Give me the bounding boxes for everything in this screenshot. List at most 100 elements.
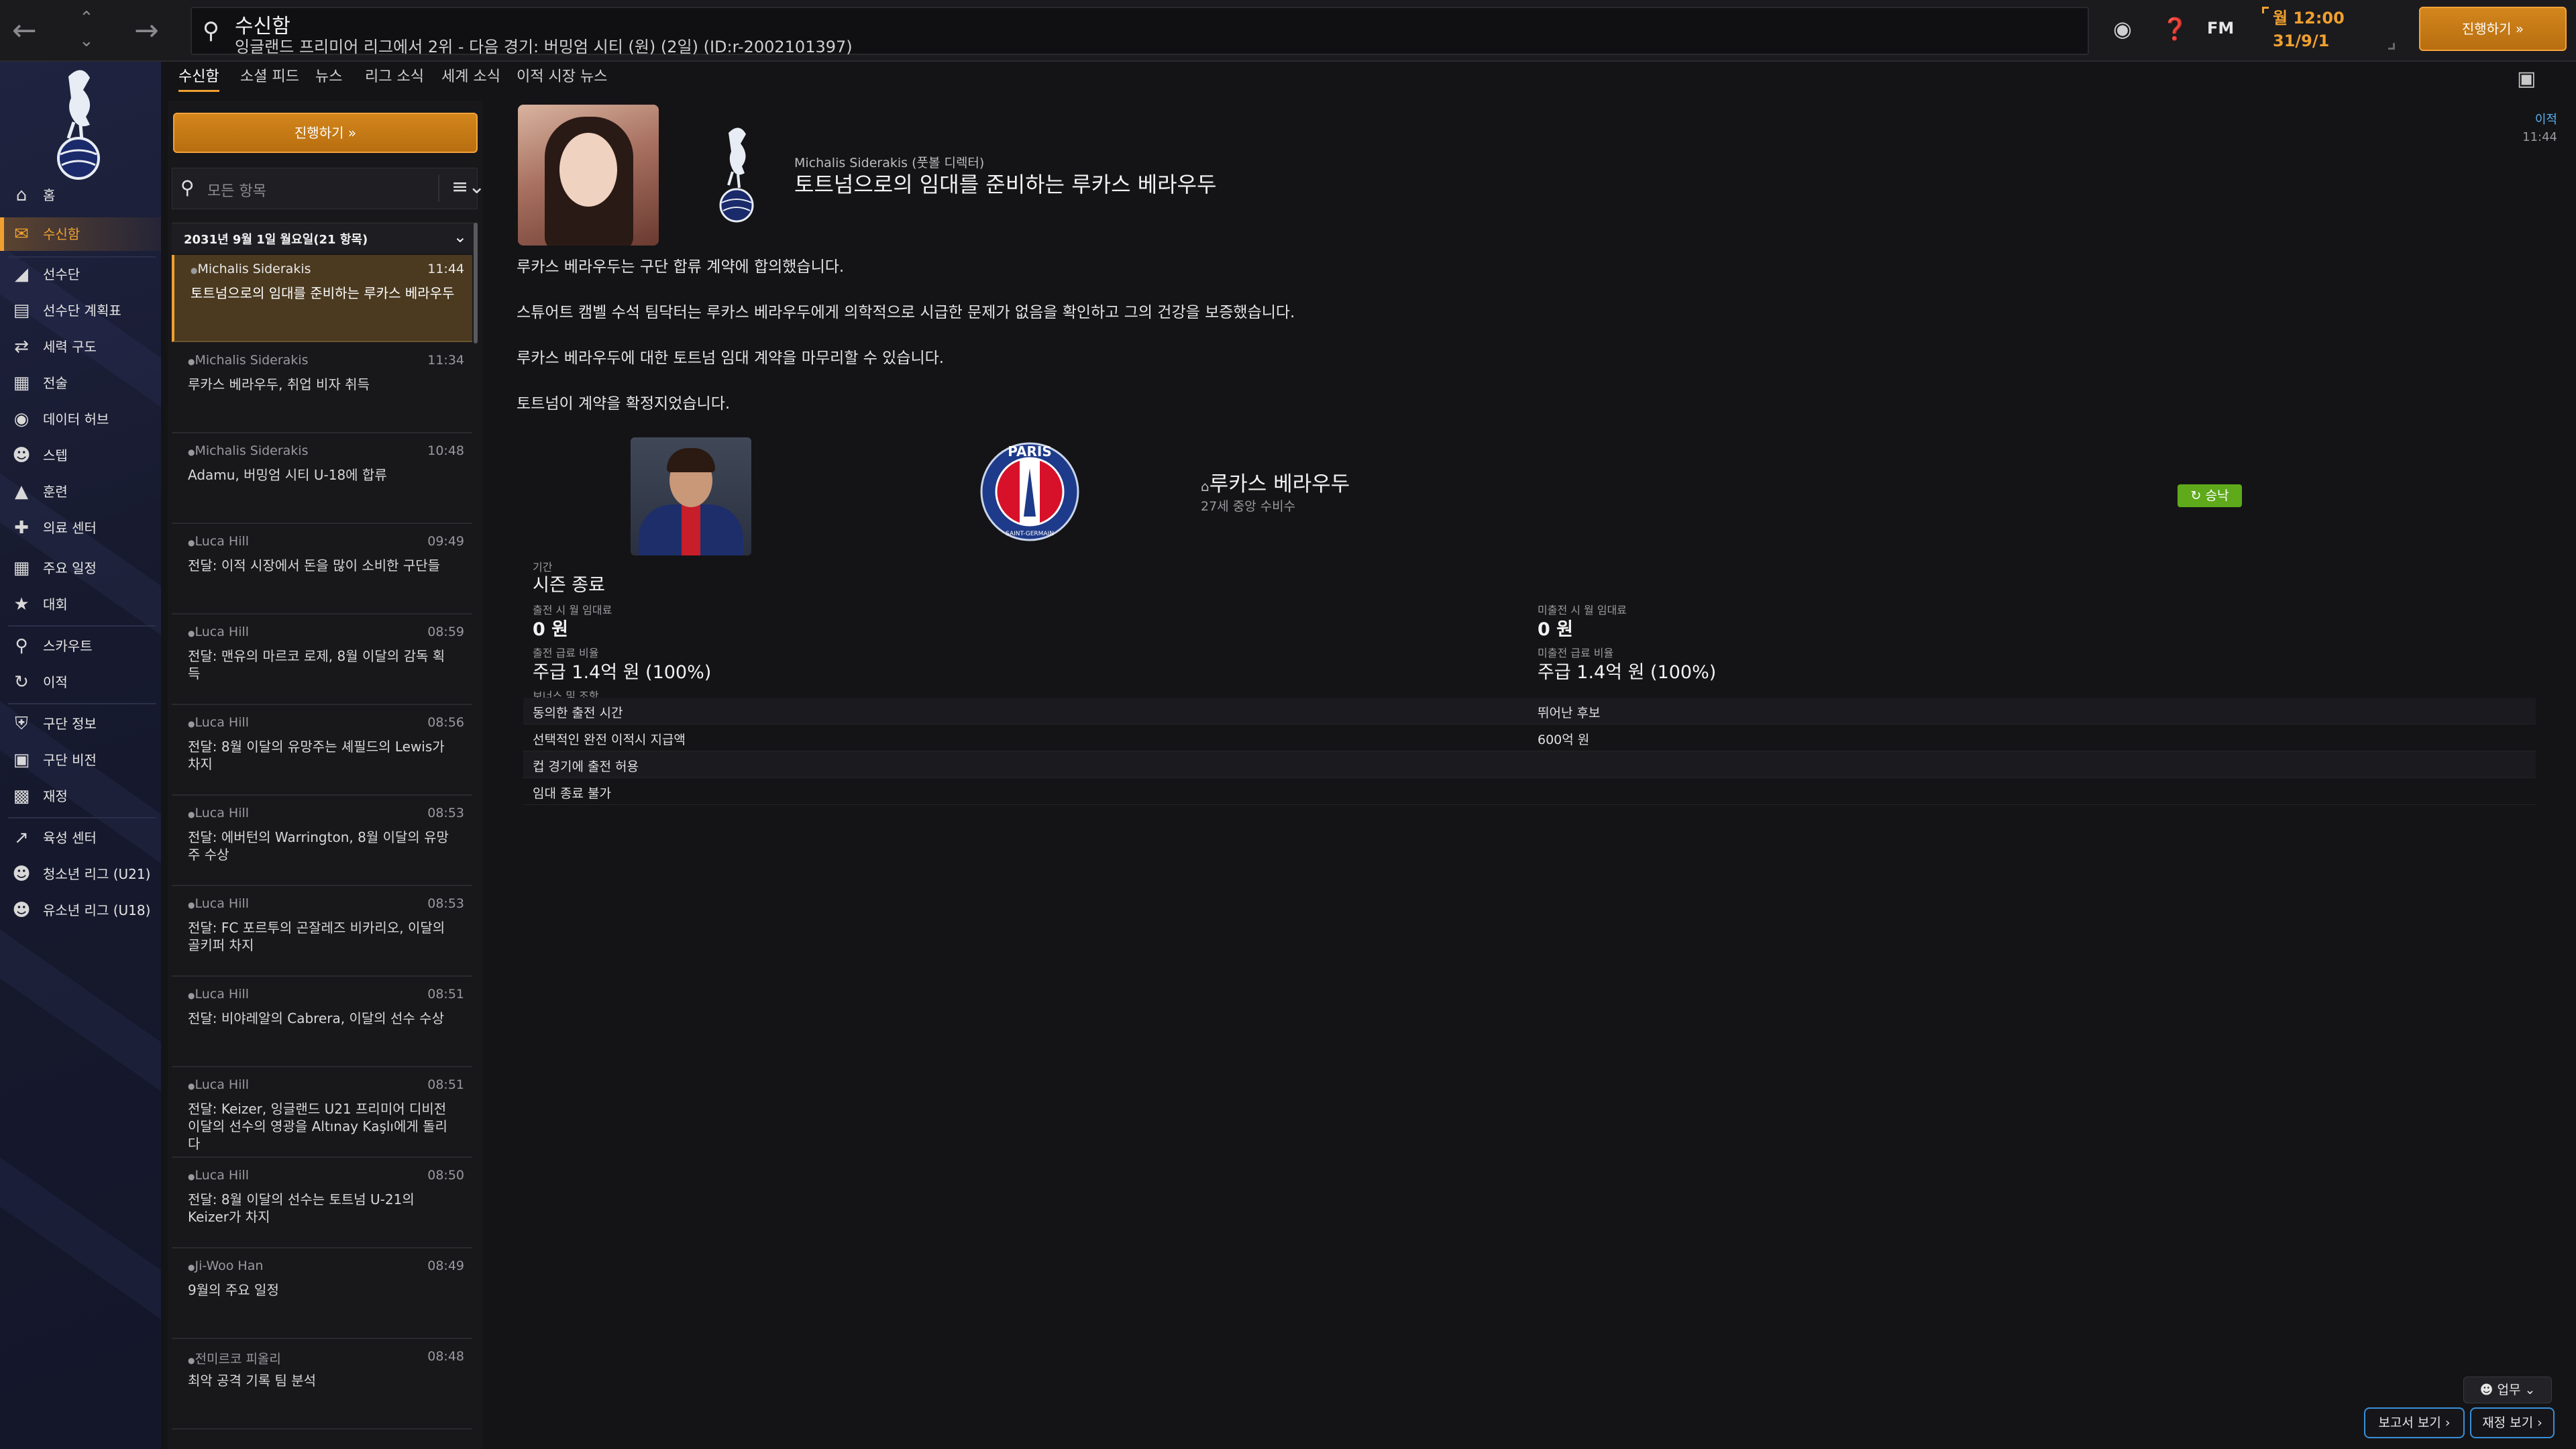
sidebar-item-schedule[interactable]: ▦ 주요 일정 [0,551,161,585]
tab-league-news[interactable]: 리그 소식 [365,64,424,90]
club-crest-icon[interactable] [42,63,115,184]
sidebar-item-club-info[interactable]: ⛨ 구단 정보 [0,707,161,741]
sidebar-divider [8,625,156,627]
view-report-button[interactable]: 보고서 보기 › [2364,1407,2465,1438]
list-item[interactable]: Luca Hill 08:59 전달: 맨유의 마르코 로제, 8월 이달의 감… [172,618,472,705]
view-finances-button[interactable]: 재정 보기 › [2470,1407,2555,1438]
tab-world-news[interactable]: 세계 소식 [441,64,500,90]
data-hub-icon: ◉ [13,409,30,429]
sidebar-item-label: 구단 비전 [43,752,97,768]
game-clock[interactable]: 월 12:00 31/9/1 [2273,7,2345,52]
sidebar-item-competitions[interactable]: ★ 대회 [0,588,161,621]
sidebar-item-scouting[interactable]: ⚲ 스카우트 [0,629,161,663]
list-item[interactable]: 전미르코 피올리 08:48 최악 공격 기록 팀 분석 [172,1342,472,1430]
inbox-continue-button[interactable]: 진행하기 » [173,113,478,153]
message-subject: 전달: 에버턴의 Warrington, 8월 이달의 유망주 수상 [188,829,449,863]
brain-icon[interactable]: ◉ [2113,16,2132,42]
sidebar-item-home[interactable]: ⌂ 홈 [0,178,161,212]
message-subject: 전달: 이적 시장에서 돈을 많이 소비한 구단들 [188,557,441,574]
message-sender: Luca Hill [188,806,249,820]
help-icon[interactable]: ❓ [2161,16,2188,42]
list-item[interactable]: Michalis Siderakis 11:34 루카스 베라우두, 취업 비자… [172,346,472,433]
sidebar-item-squad[interactable]: ◢ 선수단 [0,258,161,291]
sidebar-item-medical[interactable]: ✚ 의료 센터 [0,511,161,545]
inbox-filter[interactable]: ⚲ 모든 항목 ≡⌄ [172,168,485,209]
list-item[interactable]: Luca Hill 08:51 전달: Keizer, 잉글랜드 U21 프리미… [172,1071,472,1158]
tab-inbox[interactable]: 수신함 [178,64,219,92]
list-item[interactable]: Luca Hill 08:53 전달: 에버턴의 Warrington, 8월 … [172,799,472,886]
tab-transfer-news[interactable]: 이적 시장 뉴스 [517,64,607,90]
message-body-line: 루카스 베라우두에 대한 토트넘 임대 계약을 마무리할 수 있습니다. [517,350,945,367]
sidebar-item-finances[interactable]: ▩ 재정 [0,780,161,813]
sidebar-item-label: 훈련 [43,484,68,500]
list-item[interactable]: Luca Hill 08:50 전달: 8월 이달의 선수는 토트넘 U-21의… [172,1161,472,1248]
psg-badge-icon[interactable]: PARIS SAINT-GERMAIN [979,441,1080,542]
up-down-arrows-icon[interactable]: ⌃ ⌄ [79,7,94,52]
search-bar[interactable]: ⚲ 수신함 잉글랜드 프리미어 리그에서 2위 - 다음 경기: 버밍엄 시티 … [191,7,2089,56]
player-name[interactable]: 루카스 베라우두 [1201,467,1350,497]
sort-menu-icon[interactable]: ≡⌄ [438,175,485,202]
message-subject: 최악 공격 기록 팀 분석 [188,1373,317,1389]
sidebar-item-label: 선수단 [43,266,80,282]
sidebar-divider [8,817,156,818]
sidebar-item-squad-planner[interactable]: ▤ 선수단 계획표 [0,294,161,327]
message-subject: 전달: 8월 이달의 선수는 토트넘 U-21의 Keizer가 차지 [188,1191,415,1225]
sidebar-item-label: 선수단 계획표 [43,303,121,319]
staff-icon: ☻ [12,445,31,466]
fee-play-value: 0 원 [533,619,569,640]
sidebar-item-label: 세력 구도 [43,339,97,355]
date-group-header[interactable]: 2031년 9월 1일 월요일(21 항목) ⌄ [172,223,478,254]
tactics-icon: ▦ [13,373,30,393]
list-item[interactable]: Luca Hill 08:53 전달: FC 포르투의 곤잘레즈 비카리오, 이… [172,890,472,977]
message-sender: Michalis Siderakis [188,353,308,368]
sidebar-item-inbox[interactable]: ✉ 수신함 [0,217,161,251]
sidebar-item-staff[interactable]: ☻ 스텝 [0,439,161,472]
list-item[interactable]: Luca Hill 09:49 전달: 이적 시장에서 돈을 많이 소비한 구단… [172,527,472,614]
message-title: 토트넘으로의 임대를 준비하는 루카스 베라우두 [794,172,1217,197]
sidebar-item-label: 육성 센터 [43,830,97,846]
sidebar: ⌂ 홈 ✉ 수신함 ◢ 선수단 ▤ 선수단 계획표 ⇄ 세력 구도 ▦ 전술 ◉… [0,62,161,1449]
list-item[interactable]: Luca Hill 08:56 전달: 8월 이달의 유망주는 셰필드의 Lew… [172,708,472,796]
sidebar-item-club-vision[interactable]: ▣ 구단 비전 [0,743,161,777]
back-arrow-icon[interactable]: ← [12,12,37,50]
forward-arrow-icon[interactable]: → [134,12,159,50]
tab-social-feed[interactable]: 소셜 피드 [240,64,299,90]
sidebar-item-transfers[interactable]: ↻ 이적 [0,665,161,699]
sidebar-item-tactics[interactable]: ▦ 전술 [0,366,161,400]
message-time: 11:44 [2522,130,2557,144]
message-time: 08:51 [427,987,464,1002]
fm-logo[interactable]: FM [2207,19,2234,38]
message-subject: 전달: 맨유의 마르코 로제, 8월 이달의 감독 획득 [188,648,445,682]
sidebar-item-data-hub[interactable]: ◉ 데이터 허브 [0,402,161,436]
sidebar-item-u21[interactable]: ☻ 청소년 리그 (U21) [0,857,161,891]
continue-button[interactable]: 진행하기 » [2419,7,2567,51]
list-item[interactable]: Luca Hill 08:51 전달: 비야레알의 Cabrera, 이달의 선… [172,980,472,1067]
tab-news[interactable]: 뉴스 [315,64,342,90]
message-sender: Luca Hill [188,987,249,1002]
work-menu-button[interactable]: ☻ 업무 ⌄ [2463,1377,2552,1403]
message-time: 11:34 [427,353,464,368]
message-sender: 전미르코 피올리 [188,1349,280,1367]
message-sender: Luca Hill [188,534,249,549]
sidebar-item-dynamics[interactable]: ⇄ 세력 구도 [0,330,161,364]
message-time: 08:51 [427,1077,464,1092]
list-item[interactable]: Ji-Woo Han 08:49 9월의 주요 일정 [172,1252,472,1339]
sidebar-item-development[interactable]: ↗ 육성 센터 [0,821,161,855]
message-body-line: 루카스 베라우두는 구단 합류 계약에 합의했습니다. [517,258,845,276]
sidebar-item-label: 구단 정보 [43,716,97,732]
sidebar-item-training[interactable]: ▲ 훈련 [0,475,161,508]
sidebar-item-label: 홈 [43,187,56,203]
list-item[interactable]: Michalis Siderakis 10:48 Adamu, 버밍엄 시티 U… [172,437,472,524]
table-row: 동의한 출전 시간 뛰어난 후보 [523,698,2536,724]
planner-icon: ▤ [13,301,30,321]
chevron-down-icon: ⌄ [453,227,467,246]
player-photo[interactable] [631,437,751,555]
clock-corner-mark [2262,7,2269,13]
sidebar-item-u18[interactable]: ☻ 유소년 리그 (U18) [0,894,161,927]
camera-icon[interactable]: ▣ [2517,67,2536,91]
sender-avatar[interactable] [518,105,659,246]
message-time: 08:49 [427,1258,464,1273]
list-item[interactable]: Michalis Siderakis 11:44 토트넘으로의 임대를 준비하는… [172,255,472,342]
inbox-scrollbar[interactable] [474,223,478,343]
message-subject: 전달: Keizer, 잉글랜드 U21 프리미어 디비전 이달의 선수의 영광… [188,1101,447,1152]
